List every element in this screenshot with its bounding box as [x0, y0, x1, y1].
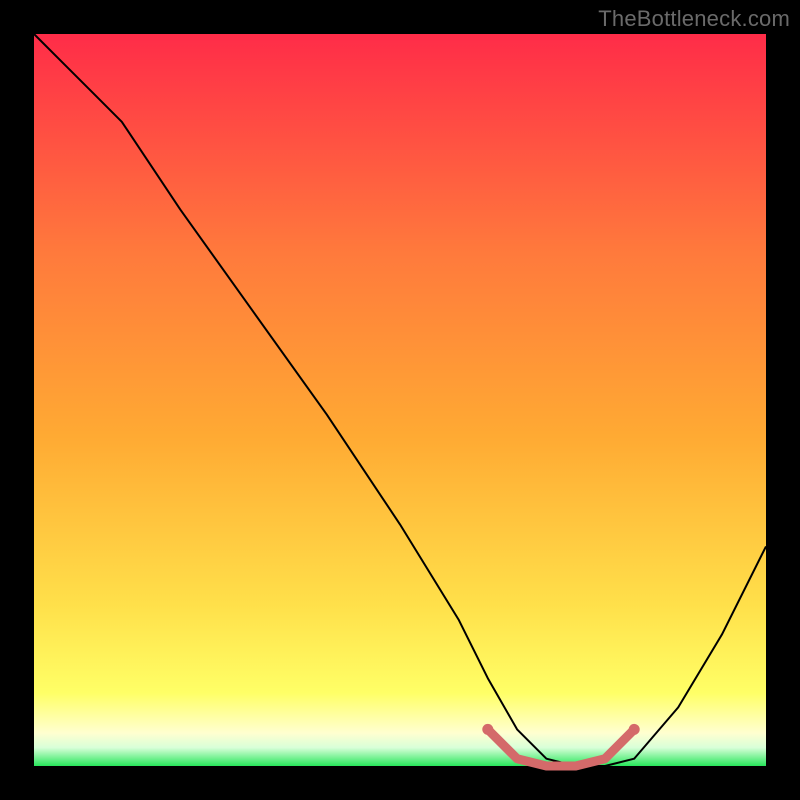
- marker-endpoint: [482, 724, 493, 735]
- bottleneck-chart: [0, 0, 800, 800]
- gradient-background: [34, 34, 766, 766]
- watermark-text: TheBottleneck.com: [598, 6, 790, 32]
- chart-frame: TheBottleneck.com: [0, 0, 800, 800]
- marker-endpoint: [629, 724, 640, 735]
